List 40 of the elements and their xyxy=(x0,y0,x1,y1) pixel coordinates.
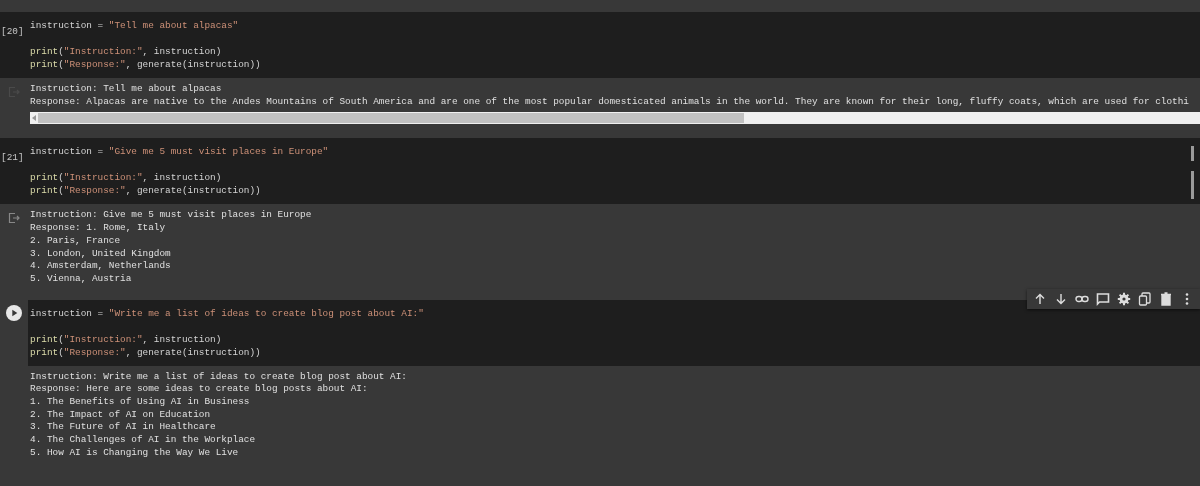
output-line: 4. Amsterdam, Netherlands xyxy=(30,260,172,273)
output-line: Instruction: Tell me about alpacas xyxy=(30,83,223,96)
code-line: instruction = "Write me a list of ideas to create blog post about AI:" xyxy=(30,306,425,320)
mirror-cell-icon[interactable] xyxy=(1138,291,1152,306)
code-line: instruction = "Give me 5 must visit places in Europe" xyxy=(30,145,330,159)
execution-count: [21] xyxy=(1,151,24,164)
code-line: print("Instruction:", instruction) xyxy=(30,45,223,58)
output-line: 3. London, United Kingdom xyxy=(30,247,172,261)
output-line: Instruction: Give me 5 must visit places in Europe xyxy=(30,209,313,223)
scrollbar-thumb[interactable] xyxy=(38,113,744,124)
code-cell[interactable]: [21] instruction = "Give me 5 must visit places in Europe" print("Instruction:", instruction) print("Response:", generate(instruction)) xyxy=(0,138,1200,205)
output-line: 5. How AI is Changing the Way We Live xyxy=(30,446,240,460)
output-line: Instruction: Write me a list of ideas to create blog post about AI: xyxy=(30,370,408,384)
output-line: 1. The Benefits of Using AI in Business xyxy=(30,396,251,409)
output-line: Response: Here are some ideas to create blog posts about AI: xyxy=(30,383,369,397)
trash-icon[interactable] xyxy=(1159,291,1173,306)
horizontal-scrollbar[interactable] xyxy=(30,112,1200,125)
output-line: Response: Alpacas are native to the Andes Mountains of South America and are one of the most popular domesticated animals in the world. They are known for their long, fluffy coats, which are used for clothi xyxy=(30,95,1190,109)
code-cell[interactable]: [20] instruction = "Tell me about alpacas" print("Instruction:", instruction) print("Response:", generate(instruction)) xyxy=(0,12,1200,78)
execution-count: [20] xyxy=(1,25,24,37)
move-down-icon[interactable] xyxy=(1054,291,1068,306)
scroll-indicator xyxy=(1191,146,1194,162)
comment-icon[interactable] xyxy=(1096,291,1110,306)
output-line: 3. The Future of AI in Healthcare xyxy=(30,421,217,435)
code-line: print("Response:", generate(instruction)) xyxy=(30,184,262,198)
code-line: print("Instruction:", instruction) xyxy=(30,332,223,346)
output-icon xyxy=(8,212,20,225)
code-line: print("Instruction:", instruction) xyxy=(30,171,223,185)
code-line: print("Response:", generate(instruction)) xyxy=(30,345,262,359)
code-line: print("Response:", generate(instruction)) xyxy=(30,58,262,71)
output-line: Response: 1. Rome, Italy xyxy=(30,222,167,235)
move-up-icon[interactable] xyxy=(1033,291,1047,306)
settings-icon[interactable] xyxy=(1117,291,1131,306)
output-line: 4. The Challenges of AI in the Workplace xyxy=(30,434,257,447)
scroll-indicator xyxy=(1191,171,1194,200)
code-line: instruction = "Tell me about alpacas" xyxy=(30,19,240,32)
run-button[interactable] xyxy=(6,304,22,321)
output-line: 5. Vienna, Austria xyxy=(30,272,133,286)
output-line: 2. Paris, France xyxy=(30,234,121,248)
output-line: 2. The Impact of AI on Education xyxy=(30,408,212,422)
